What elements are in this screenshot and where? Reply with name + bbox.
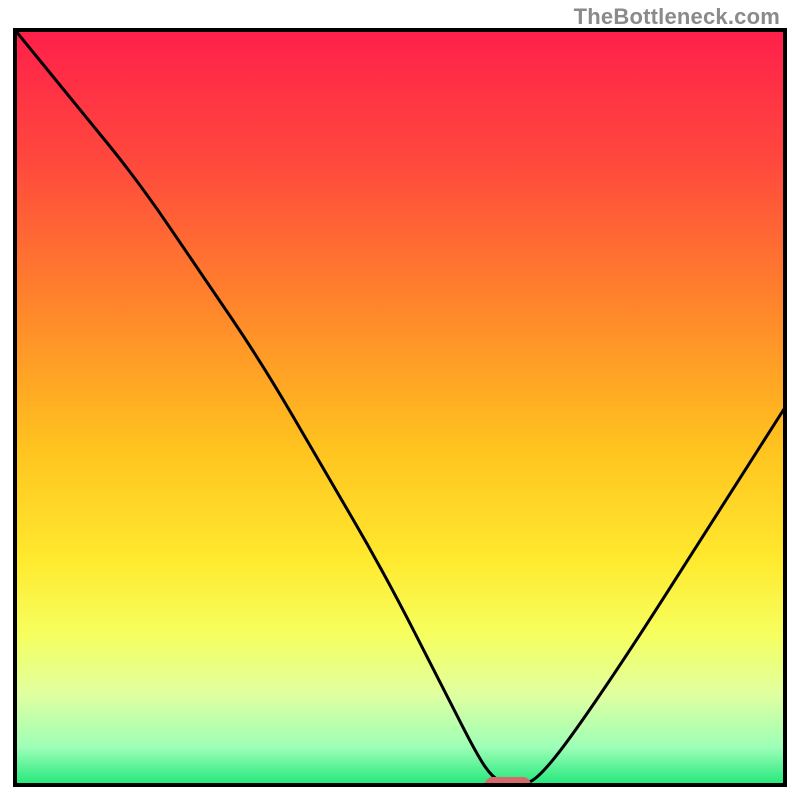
- bottleneck-chart: [0, 0, 800, 800]
- chart-background-gradient: [15, 30, 785, 785]
